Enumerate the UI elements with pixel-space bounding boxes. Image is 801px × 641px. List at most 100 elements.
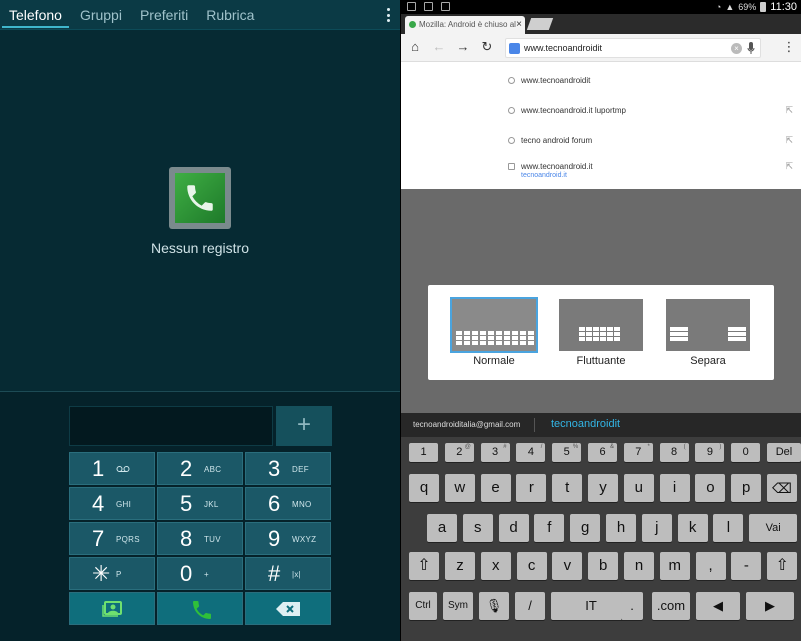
shift-key[interactable]: ⇧: [767, 552, 798, 580]
key-letter[interactable]: z: [445, 552, 475, 580]
key-num[interactable]: 5%: [552, 443, 582, 462]
keyboard-suggestion-email[interactable]: tecnoandroiditalia@gmail.com: [413, 420, 520, 429]
close-tab-icon[interactable]: ×: [516, 16, 522, 34]
key-num[interactable]: Del: [767, 443, 801, 462]
refine-arrow-icon[interactable]: ⇱: [785, 105, 793, 116]
dial-key-6[interactable]: 6 MNO: [245, 487, 331, 520]
key-letter[interactable]: s: [462, 514, 493, 542]
sym-key[interactable]: Sym: [443, 592, 473, 620]
clear-icon[interactable]: ×: [731, 43, 742, 54]
key-letter[interactable]: b: [588, 552, 619, 580]
keyboard-floating-option[interactable]: [559, 299, 643, 351]
key-num[interactable]: 4/: [516, 443, 546, 462]
dial-key-4[interactable]: 4 GHI: [69, 487, 155, 520]
url-bar[interactable]: www.tecnoandroidit ×: [505, 38, 761, 58]
backspace-button[interactable]: [245, 592, 331, 625]
url-input[interactable]: www.tecnoandroidit: [524, 43, 602, 53]
voicemail-icon: [116, 465, 130, 475]
key-num[interactable]: 2 @: [444, 443, 474, 462]
key-letter[interactable]: w: [444, 474, 475, 502]
google-icon: [509, 43, 520, 54]
dial-key-1[interactable]: 1: [69, 452, 155, 485]
key-letter[interactable]: v: [552, 552, 583, 580]
key-letter[interactable]: j: [641, 514, 672, 542]
key-letter[interactable]: ,: [695, 552, 726, 580]
reload-icon[interactable]: ↻: [479, 39, 495, 55]
period-key[interactable]: .: [621, 592, 643, 620]
download-icon: [424, 2, 433, 11]
keyboard-split-left-icon: [670, 327, 688, 341]
key-letter[interactable]: r: [516, 474, 547, 502]
cursor-left-key[interactable]: ◀: [696, 592, 740, 620]
tab-preferiti[interactable]: Preferiti: [131, 0, 197, 30]
key-letter[interactable]: m: [659, 552, 690, 580]
key-num[interactable]: 3 #: [480, 443, 510, 462]
tab-telefono[interactable]: Telefono: [0, 0, 71, 30]
space-key[interactable]: IT: [551, 592, 631, 620]
tab-gruppi[interactable]: Gruppi: [71, 0, 131, 30]
key-letter[interactable]: c: [516, 552, 547, 580]
dial-key-8[interactable]: 8 TUV: [157, 522, 243, 555]
key-num[interactable]: 1: [409, 443, 438, 462]
add-contact-button[interactable]: +: [276, 406, 332, 446]
key-letter[interactable]: a: [427, 514, 457, 542]
keyboard-normal-option[interactable]: [450, 297, 538, 353]
dial-key-9[interactable]: 9 WXYZ: [245, 522, 331, 555]
keyboard-normal-icon: [456, 331, 535, 345]
go-key[interactable]: Vai: [749, 514, 798, 542]
home-icon[interactable]: ⌂: [407, 39, 423, 55]
key-letter[interactable]: o: [695, 474, 726, 502]
key-num[interactable]: 6 &: [588, 443, 617, 462]
keyboard-split-option[interactable]: [666, 299, 750, 351]
shift-key[interactable]: ⇧: [409, 552, 439, 580]
key-letter[interactable]: k: [677, 514, 708, 542]
back-icon[interactable]: ←: [431, 39, 447, 55]
key-letter[interactable]: y: [588, 474, 618, 502]
dial-key-5[interactable]: 5 JKL: [157, 487, 243, 520]
key-letter[interactable]: e: [480, 474, 511, 502]
number-input[interactable]: [69, 406, 273, 446]
cursor-right-key[interactable]: ▶: [746, 592, 794, 620]
ctrl-key[interactable]: Ctrl: [409, 592, 437, 620]
key-letter[interactable]: u: [623, 474, 654, 502]
dial-key-2[interactable]: 2 ABC: [157, 452, 243, 485]
backspace-key[interactable]: ⌫: [767, 474, 797, 502]
key-letter[interactable]: f: [534, 514, 565, 542]
keyboard-suggestion-word[interactable]: tecnoandroidit: [551, 418, 620, 430]
refine-arrow-icon[interactable]: ⇱: [785, 161, 793, 172]
key-letter[interactable]: t: [552, 474, 583, 502]
menu-icon[interactable]: ⋮: [781, 39, 797, 55]
dial-key-7[interactable]: 7 PQRS: [69, 522, 155, 555]
mic-icon[interactable]: [747, 42, 755, 55]
key-letter[interactable]: d: [498, 514, 529, 542]
tab-rubrica[interactable]: Rubrica: [197, 0, 263, 30]
key-num[interactable]: 0: [731, 443, 761, 462]
key-num[interactable]: 9): [695, 443, 725, 462]
call-button[interactable]: [157, 592, 243, 625]
key-letter[interactable]: p: [731, 474, 762, 502]
key-letter[interactable]: x: [480, 552, 511, 580]
key-letter[interactable]: h: [606, 514, 636, 542]
key-num[interactable]: 8(: [659, 443, 689, 462]
key-letter[interactable]: n: [624, 552, 654, 580]
key-letter[interactable]: l: [713, 514, 744, 542]
dial-key-hash[interactable]: # |x|: [245, 557, 331, 590]
key-letter[interactable]: i: [659, 474, 690, 502]
overflow-menu-icon[interactable]: [386, 8, 390, 22]
key-num[interactable]: 7 *: [623, 443, 653, 462]
dial-key-star[interactable]: ✳ P: [69, 557, 155, 590]
new-tab-button[interactable]: [526, 18, 554, 30]
refine-arrow-icon[interactable]: ⇱: [785, 135, 793, 146]
forward-icon[interactable]: →: [455, 39, 471, 55]
key-letter[interactable]: q: [409, 474, 439, 502]
signal-icon: ▲: [725, 2, 735, 12]
browser-tab[interactable]: Mozilla: Android è chiuso al ×: [405, 16, 525, 34]
key-letter[interactable]: -: [731, 552, 762, 580]
dial-key-0[interactable]: 0 +: [157, 557, 243, 590]
dial-key-3[interactable]: 3 DEF: [245, 452, 331, 485]
video-call-button[interactable]: [69, 592, 155, 625]
slash-key[interactable]: /: [515, 592, 545, 620]
dotcom-key[interactable]: .com: [652, 592, 690, 620]
key-letter[interactable]: g: [570, 514, 601, 542]
voice-input-key[interactable]: 🎙: [479, 592, 509, 620]
